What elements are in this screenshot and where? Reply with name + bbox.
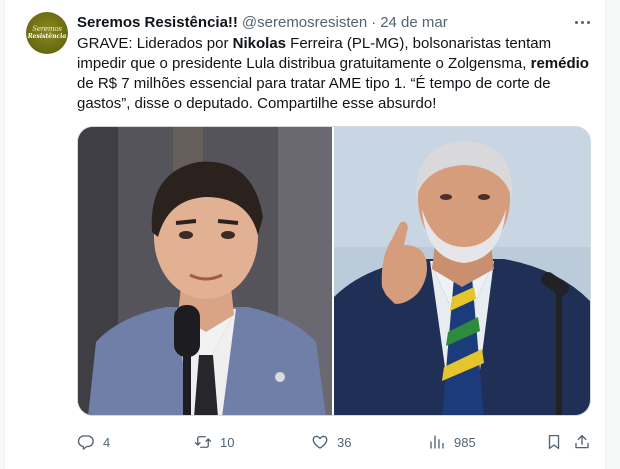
more-dots-icon[interactable] — [573, 14, 591, 30]
media-photo-right[interactable] — [334, 127, 590, 415]
separator-dot: · — [371, 13, 377, 31]
timeline-column: Seremos Resistência Seremos Resistência!… — [4, 0, 606, 469]
avatar-logo-line2: Resistência — [27, 33, 67, 40]
user-handle[interactable]: @seremosresisten — [242, 14, 367, 31]
reply-count: 4 — [103, 434, 111, 450]
avatar[interactable]: Seremos Resistência — [26, 12, 68, 54]
reply-icon — [77, 435, 94, 450]
bookmark-button[interactable] — [545, 432, 563, 452]
tweet-media — [77, 126, 591, 416]
heart-icon — [312, 435, 328, 449]
views-count: 985 — [454, 434, 476, 450]
tweet-content: Seremos Resistência!! @seremosresisten ·… — [77, 12, 591, 450]
tweet-date[interactable]: 24 de mar — [380, 14, 448, 31]
avatar-logo-line1: Seremos — [32, 25, 62, 33]
share-icon — [575, 434, 589, 449]
tweet[interactable]: Seremos Resistência Seremos Resistência!… — [5, 0, 605, 469]
bookmark-icon — [548, 434, 560, 450]
tweet-text-part: de R$ 7 milhões essencial para tratar AM… — [77, 75, 551, 112]
tweet-header: Seremos Resistência!! @seremosresisten ·… — [77, 12, 591, 32]
retweet-icon — [194, 436, 212, 448]
retweet-count: 10 — [220, 434, 235, 450]
media-photo-left[interactable] — [78, 127, 332, 415]
photo-right-illustration — [334, 127, 590, 415]
tweet-text-bold: remédio — [530, 55, 589, 72]
tweet-text-bold: Nikolas — [232, 35, 286, 52]
views-button[interactable]: 985 — [428, 432, 476, 452]
views-chart-icon — [430, 435, 444, 449]
tweet-actions: 4 10 36 985 — [77, 432, 591, 452]
like-button[interactable]: 36 — [311, 432, 351, 452]
tweet-text: GRAVE: Liderados por Nikolas Ferreira (P… — [77, 34, 591, 114]
like-count: 36 — [337, 434, 352, 450]
photo-left-illustration — [78, 127, 332, 415]
reply-button[interactable]: 4 — [77, 432, 110, 452]
retweet-button[interactable]: 10 — [194, 432, 234, 452]
display-name[interactable]: Seremos Resistência!! — [77, 14, 238, 31]
tweet-text-part: GRAVE: Liderados por — [77, 35, 233, 52]
share-button[interactable] — [573, 432, 591, 452]
